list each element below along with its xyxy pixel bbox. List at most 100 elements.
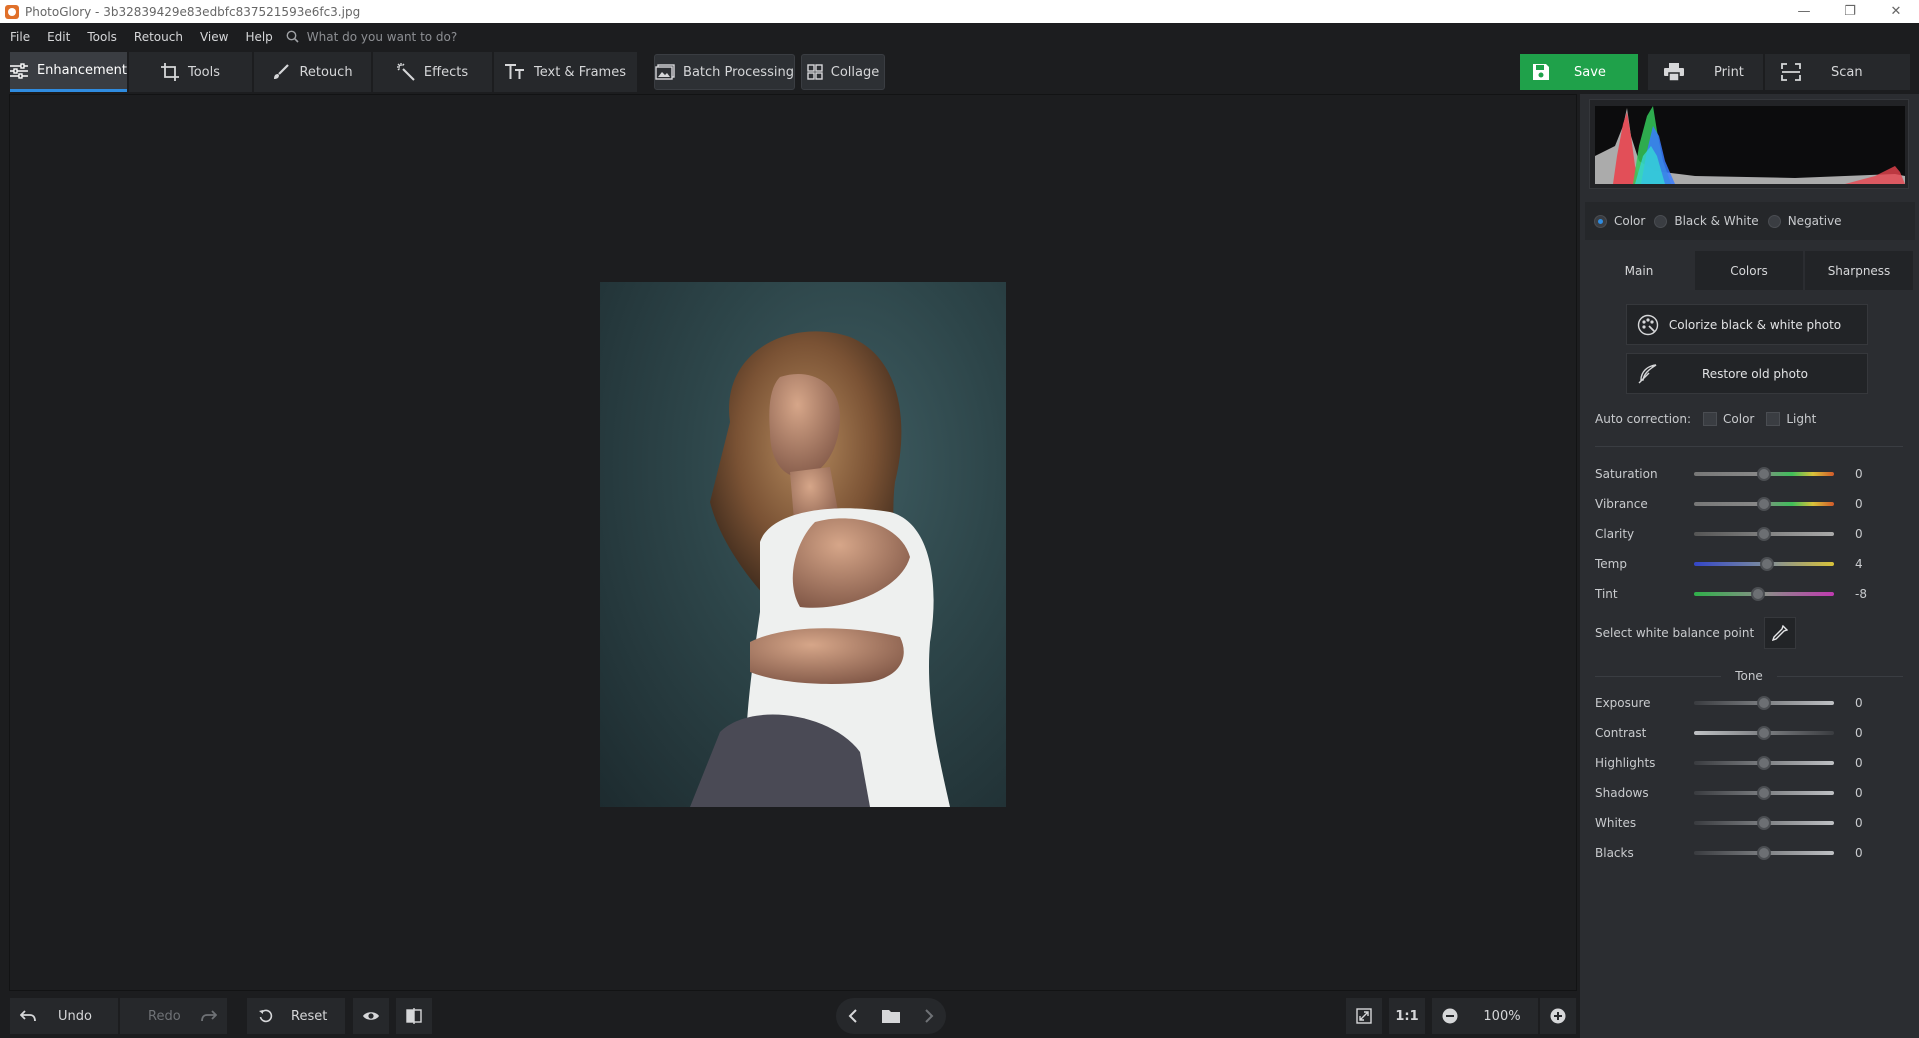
print-button[interactable]: Print: [1648, 54, 1763, 90]
tint-slider[interactable]: [1694, 587, 1834, 601]
contrast-label: Contrast: [1595, 726, 1647, 740]
undo-label: Undo: [58, 1008, 92, 1024]
contrast-thumb[interactable]: [1757, 726, 1771, 740]
image-canvas[interactable]: [9, 94, 1577, 991]
previous-image-icon[interactable]: [848, 1009, 858, 1023]
blacks-thumb[interactable]: [1757, 846, 1771, 860]
highlights-slider[interactable]: [1694, 756, 1834, 770]
redo-icon: [200, 1010, 217, 1022]
saturation-thumb[interactable]: [1757, 467, 1771, 481]
open-folder-icon[interactable]: [882, 1009, 900, 1023]
tab-enhancement[interactable]: Enhancement: [10, 52, 127, 92]
bw-mode-radio[interactable]: [1654, 214, 1668, 228]
auto-light-checkbox[interactable]: [1766, 412, 1781, 426]
tab-retouch[interactable]: Retouch: [254, 52, 371, 92]
print-label: Print: [1714, 64, 1744, 80]
collage-button[interactable]: Collage: [801, 54, 885, 90]
shadows-slider[interactable]: [1694, 786, 1834, 800]
white-balance-row: Select white balance point: [1595, 617, 1797, 649]
clarity-thumb[interactable]: [1757, 527, 1771, 541]
menu-file[interactable]: File: [0, 30, 37, 44]
tab-text-frames-label: Text & Frames: [534, 64, 626, 80]
scan-button[interactable]: Scan: [1765, 54, 1910, 90]
blacks-slider[interactable]: [1694, 846, 1834, 860]
shadows-thumb[interactable]: [1757, 786, 1771, 800]
menu-view[interactable]: View: [190, 30, 235, 44]
search-box: [286, 29, 547, 44]
reset-icon: [259, 1009, 273, 1023]
clarity-value: 0: [1855, 527, 1863, 541]
color-mode-radio[interactable]: [1594, 214, 1607, 228]
clarity-slider[interactable]: [1694, 527, 1834, 541]
slider-row-saturation: Saturation 0: [1595, 464, 1905, 484]
highlights-thumb[interactable]: [1757, 756, 1771, 770]
whites-thumb[interactable]: [1757, 816, 1771, 830]
search-input[interactable]: [306, 29, 547, 44]
saturation-slider[interactable]: [1694, 467, 1834, 481]
tab-colors[interactable]: Colors: [1695, 251, 1803, 290]
clarity-label: Clarity: [1595, 527, 1635, 541]
tab-text-frames[interactable]: Text & Frames: [494, 52, 637, 92]
whites-value: 0: [1855, 816, 1863, 830]
slider-row-clarity: Clarity 0: [1595, 524, 1905, 544]
tab-main[interactable]: Main: [1585, 251, 1693, 290]
zoom-level[interactable]: 100%: [1466, 998, 1538, 1034]
contrast-slider[interactable]: [1694, 726, 1834, 740]
batch-images-icon: [655, 64, 675, 80]
redo-button[interactable]: Redo: [120, 998, 227, 1034]
save-button[interactable]: Save: [1520, 54, 1638, 90]
divider: [1595, 446, 1903, 447]
restore-button[interactable]: ❐: [1827, 0, 1873, 23]
auto-color-checkbox[interactable]: [1703, 412, 1718, 426]
next-image-icon[interactable]: [924, 1009, 934, 1023]
negative-mode-label: Negative: [1787, 214, 1842, 228]
tab-effects[interactable]: Effects: [373, 52, 492, 92]
save-disk-icon: [1533, 64, 1549, 80]
tab-sharpness[interactable]: Sharpness: [1805, 251, 1913, 290]
reset-button[interactable]: Reset: [247, 998, 345, 1034]
temp-slider[interactable]: [1694, 557, 1834, 571]
menu-edit[interactable]: Edit: [37, 30, 77, 44]
actual-size-button[interactable]: 1:1: [1389, 998, 1425, 1034]
zoom-in-button[interactable]: [1540, 998, 1576, 1034]
fit-to-screen-button[interactable]: [1346, 998, 1382, 1034]
temp-value: 4: [1855, 557, 1863, 571]
colorize-label: Colorize black & white photo: [1668, 317, 1842, 332]
vibrance-value: 0: [1855, 497, 1863, 511]
tab-tools[interactable]: Tools: [129, 52, 252, 92]
collage-grid-icon: [807, 64, 823, 80]
exposure-slider[interactable]: [1694, 696, 1834, 710]
compare-button[interactable]: [396, 998, 432, 1034]
temp-thumb[interactable]: [1759, 557, 1774, 571]
minimize-button[interactable]: —: [1781, 0, 1827, 23]
menu-help[interactable]: Help: [235, 30, 279, 44]
zoom-in-icon: [1550, 1008, 1566, 1024]
bw-mode-label: Black & White: [1674, 214, 1759, 228]
brush-icon: [274, 64, 290, 79]
batch-processing-button[interactable]: Batch Processing: [654, 54, 795, 90]
menu-bar: File Edit Tools Retouch View Help: [0, 23, 1919, 50]
blacks-value: 0: [1855, 846, 1863, 860]
negative-mode-radio[interactable]: [1767, 214, 1781, 228]
close-button[interactable]: ✕: [1873, 0, 1919, 23]
redo-label: Redo: [148, 1008, 181, 1024]
undo-button[interactable]: Undo: [10, 998, 118, 1034]
exposure-thumb[interactable]: [1757, 696, 1771, 710]
printer-icon: [1664, 63, 1684, 81]
whites-slider[interactable]: [1694, 816, 1834, 830]
preview-toggle-button[interactable]: [353, 998, 389, 1034]
colorize-button[interactable]: Colorize black & white photo: [1626, 304, 1868, 345]
eye-icon: [363, 1012, 379, 1020]
vibrance-thumb[interactable]: [1757, 497, 1771, 511]
menu-retouch[interactable]: Retouch: [124, 30, 190, 44]
tint-thumb[interactable]: [1751, 587, 1766, 601]
batch-processing-label: Batch Processing: [683, 64, 794, 80]
slider-row-contrast: Contrast 0: [1595, 723, 1905, 743]
white-balance-picker-button[interactable]: [1764, 617, 1797, 649]
edited-photo[interactable]: [600, 282, 1006, 807]
vibrance-slider[interactable]: [1694, 497, 1834, 511]
auto-color-label: Color: [1723, 412, 1755, 426]
zoom-out-button[interactable]: [1432, 998, 1468, 1034]
menu-tools[interactable]: Tools: [77, 30, 124, 44]
restore-old-photo-button[interactable]: Restore old photo: [1626, 353, 1868, 394]
